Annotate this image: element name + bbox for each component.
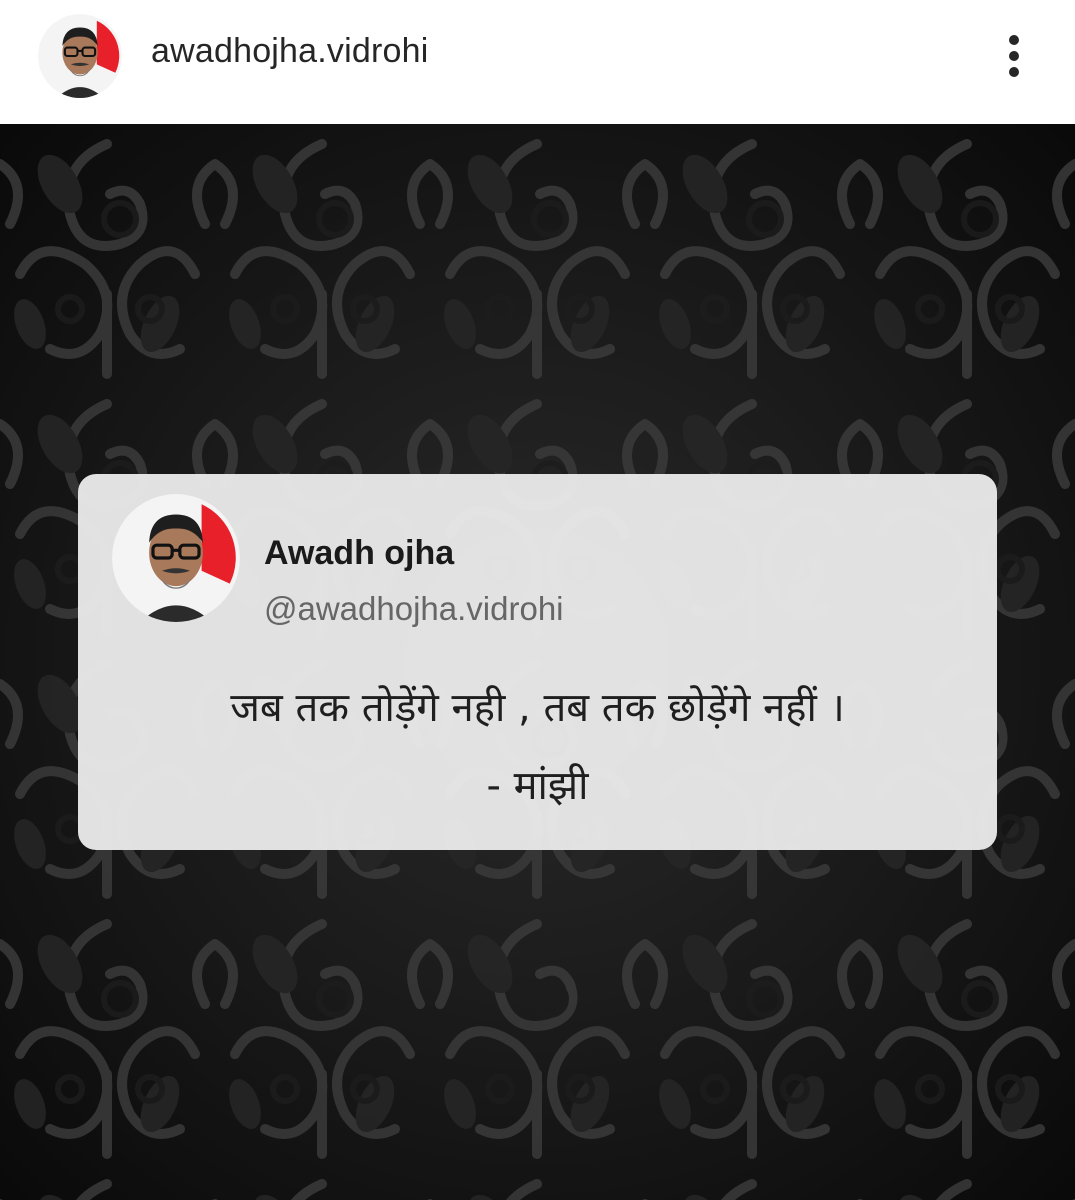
more-dot bbox=[1009, 51, 1019, 61]
quote-text: जब तक तोड़ेंगे नही , तब तक छोड़ेंगे नहीं… bbox=[230, 685, 845, 731]
avatar-image bbox=[38, 14, 122, 98]
tweet-card: Awadh ojha @awadhojha.vidrohi जब तक तोड़… bbox=[78, 474, 997, 850]
post-image[interactable]: Awadh ojha @awadhojha.vidrohi जब तक तोड़… bbox=[0, 124, 1075, 1200]
more-dot bbox=[1009, 67, 1019, 77]
profile-avatar[interactable] bbox=[38, 14, 122, 98]
post-header: awadhojha.vidrohi bbox=[0, 0, 1075, 124]
quote-attribution: - मांझी bbox=[486, 763, 589, 809]
more-options-icon[interactable] bbox=[994, 30, 1034, 82]
header-username[interactable]: awadhojha.vidrohi bbox=[151, 32, 428, 71]
more-dot bbox=[1009, 35, 1019, 45]
card-display-name: Awadh ojha bbox=[264, 534, 455, 572]
card-avatar-image bbox=[112, 494, 240, 622]
card-handle: @awadhojha.vidrohi bbox=[264, 590, 564, 627]
card-avatar bbox=[112, 494, 240, 622]
